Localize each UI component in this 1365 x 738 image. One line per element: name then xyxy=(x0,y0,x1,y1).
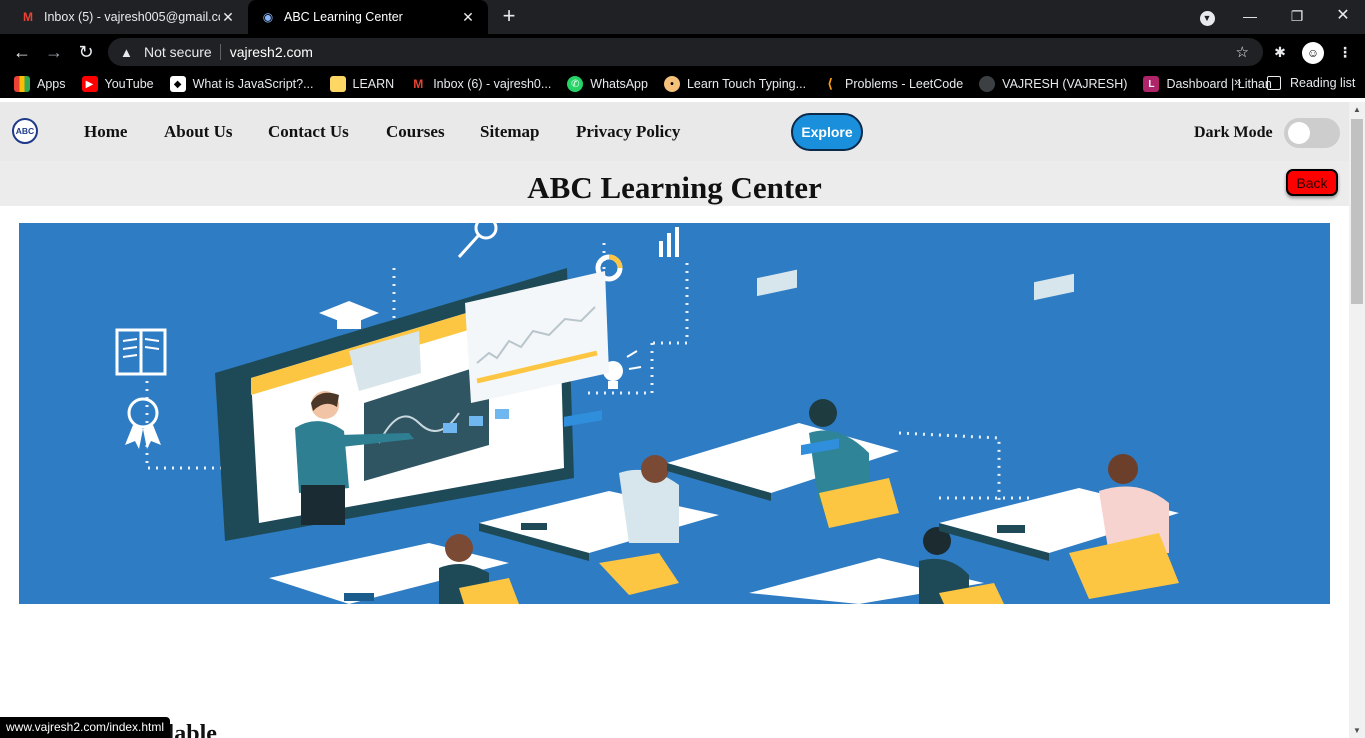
student-front-left xyxy=(439,534,519,604)
apps-grid-icon xyxy=(14,76,30,92)
restore-icon[interactable]: ❐ xyxy=(1285,5,1309,27)
avatar[interactable]: ☺ xyxy=(1302,42,1324,64)
floating-graph-panel xyxy=(465,271,609,403)
bookmark-label: Inbox (6) - vajresh0... xyxy=(433,77,552,91)
tab-abc-learning-center[interactable]: ◉ ABC Learning Center ✕ xyxy=(248,0,488,34)
bookmarks-bar: Apps ▶ YouTube ◆ What is JavaScript?... … xyxy=(0,70,1365,98)
dark-mode-label: Dark Mode xyxy=(1194,124,1273,141)
scroll-down-arrow-icon[interactable]: ▼ xyxy=(1353,726,1361,735)
nav-contact-us[interactable]: Contact Us xyxy=(268,122,349,142)
site-icon: ◉ xyxy=(262,10,274,24)
whatsapp-icon: ✆ xyxy=(567,76,584,92)
bookmark-inbox[interactable]: M Inbox (6) - vajresh0... xyxy=(410,76,551,92)
bookmark-label: Problems - LeetCode xyxy=(845,77,964,91)
tab-search-icon[interactable]: ▼ xyxy=(1195,5,1219,27)
browser-toolbar: ← → ↻ ▲ Not secure vajresh2.com ☆ ✱ ☺ ⋮ xyxy=(0,34,1365,70)
bookmark-youtube[interactable]: ▶ YouTube xyxy=(81,76,154,92)
bookmark-label: LEARN xyxy=(352,77,395,91)
desk-back-right xyxy=(667,269,899,528)
typing-icon: • xyxy=(663,76,680,92)
new-tab-button[interactable]: + xyxy=(497,5,521,29)
bookmark-lithan[interactable]: L Dashboard | Lithan xyxy=(1143,76,1272,92)
minimize-icon[interactable]: — xyxy=(1238,5,1262,27)
reading-list-button[interactable]: Reading list xyxy=(1267,76,1355,90)
bookmark-leetcode[interactable]: ⟨ Problems - LeetCode xyxy=(822,76,963,92)
page-title: ABC Learning Center xyxy=(527,170,822,205)
hero-illustration xyxy=(19,223,1330,604)
nav-courses[interactable]: Courses xyxy=(386,122,445,142)
classroom-illustration xyxy=(115,223,1179,604)
back-button[interactable]: Back xyxy=(1286,169,1338,196)
extensions-icon[interactable]: ✱ xyxy=(1270,42,1290,62)
bookmark-github[interactable]: VAJRESH (VAJRESH) xyxy=(979,76,1127,92)
kebab-menu-icon[interactable]: ⋮ xyxy=(1335,42,1355,62)
book-icon xyxy=(115,328,167,376)
toggle-knob xyxy=(1288,122,1310,144)
bookmark-label: Apps xyxy=(37,77,66,91)
bookmark-whatsapp[interactable]: ✆ WhatsApp xyxy=(567,76,648,92)
pie-chart-card xyxy=(595,254,623,282)
cap-base xyxy=(337,319,361,329)
dark-mode-toggle[interactable] xyxy=(1284,118,1340,148)
magnifier-icon xyxy=(457,223,498,259)
address-bar[interactable]: ▲ Not secure vajresh2.com ☆ xyxy=(108,38,1263,66)
award-badge-icon xyxy=(125,397,161,449)
divider xyxy=(219,44,221,60)
bookmark-label: VAJRESH (VAJRESH) xyxy=(1002,77,1128,91)
nav-home[interactable]: Home xyxy=(84,122,127,142)
bookmark-label: Dashboard | Lithan xyxy=(1166,77,1272,91)
tab-title: Inbox (5) - vajresh005@gmail.com xyxy=(44,10,220,24)
leetcode-icon: ⟨ xyxy=(827,76,834,91)
close-tab-icon[interactable]: ✕ xyxy=(220,9,236,26)
page-scrollbar[interactable]: ▲ ▼ xyxy=(1349,102,1365,738)
close-tab-icon[interactable]: ✕ xyxy=(460,9,476,26)
bookmark-learn[interactable]: LEARN xyxy=(329,76,395,92)
site-logo[interactable]: ABC xyxy=(12,118,38,144)
bookmark-apps[interactable]: Apps xyxy=(14,76,66,92)
site-navbar: ABC Home About Us Contact Us Courses Sit… xyxy=(0,102,1349,161)
url-text: vajresh2.com xyxy=(229,44,313,60)
github-icon xyxy=(979,76,996,92)
youtube-icon: ▶ xyxy=(81,76,98,92)
reload-icon[interactable]: ↻ xyxy=(74,40,98,64)
scrollbar-thumb[interactable] xyxy=(1351,119,1363,304)
nav-sitemap[interactable]: Sitemap xyxy=(480,122,540,142)
bookmark-label: Learn Touch Typing... xyxy=(686,77,807,91)
tab-gmail-inbox[interactable]: M Inbox (5) - vajresh005@gmail.com ✕ xyxy=(8,0,248,34)
bookmark-javascript[interactable]: ◆ What is JavaScript?... xyxy=(169,76,314,92)
back-arrow-icon[interactable]: ← xyxy=(10,40,34,64)
forward-arrow-icon[interactable]: → xyxy=(42,40,66,64)
gmail-icon: M xyxy=(413,77,424,91)
reading-list-icon xyxy=(1267,76,1281,90)
status-bar-url: www.vajresh2.com/index.html xyxy=(0,717,171,738)
security-label: Not secure xyxy=(144,44,212,60)
window-close-icon[interactable]: ✕ xyxy=(1331,5,1355,27)
nav-privacy-policy[interactable]: Privacy Policy xyxy=(576,122,680,142)
lithan-icon: L xyxy=(1143,76,1160,92)
bookmark-label: WhatsApp xyxy=(590,77,648,91)
page-viewport: ABC Home About Us Contact Us Courses Sit… xyxy=(0,102,1349,738)
reading-list-label: Reading list xyxy=(1290,76,1356,90)
bar-chart-icon xyxy=(659,227,679,257)
bookmark-typing[interactable]: • Learn Touch Typing... xyxy=(663,76,807,92)
js-icon: ◆ xyxy=(169,76,186,92)
warning-icon[interactable]: ▲ xyxy=(120,45,136,60)
desk-far-right xyxy=(939,273,1179,599)
explore-button[interactable]: Explore xyxy=(791,113,863,151)
more-bookmarks-button[interactable]: » xyxy=(1234,74,1241,89)
browser-tab-bar: M Inbox (5) - vajresh005@gmail.com ✕ ◉ A… xyxy=(0,0,1365,34)
nav-about-us[interactable]: About Us xyxy=(164,122,233,142)
scroll-up-arrow-icon[interactable]: ▲ xyxy=(1353,105,1361,114)
bookmark-label: YouTube xyxy=(104,77,154,91)
bookmark-label: What is JavaScript?... xyxy=(192,77,314,91)
folder-icon xyxy=(329,76,346,92)
tab-title: ABC Learning Center xyxy=(284,10,403,24)
gmail-icon: M xyxy=(23,10,33,24)
bookmark-star-icon[interactable]: ☆ xyxy=(1236,43,1249,61)
